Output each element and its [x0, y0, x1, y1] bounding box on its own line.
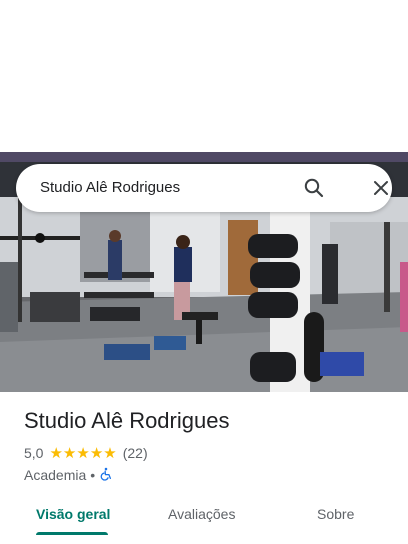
search-icon[interactable] [302, 176, 326, 200]
tab-about[interactable]: Sobre [317, 506, 354, 522]
search-input[interactable]: Studio Alê Rodrigues [40, 179, 180, 196]
wheelchair-icon [99, 467, 113, 484]
star-rating: ★ ★ ★ ★ ★ [49, 446, 116, 461]
tab-overview[interactable]: Visão geral [36, 506, 110, 522]
tab-reviews[interactable]: Avaliações [168, 506, 235, 522]
place-tabs: Visão geral Avaliações Sobre [0, 496, 408, 544]
review-count[interactable]: (22) [123, 445, 148, 461]
search-bar[interactable]: Studio Alê Rodrigues [16, 164, 392, 212]
star-icon: ★ [103, 444, 117, 462]
star-icon: ★ [62, 444, 77, 462]
star-icon: ★ [49, 444, 63, 462]
place-category: Academia [24, 467, 87, 483]
rating-value: 5,0 [24, 445, 44, 461]
star-icon: ★ [89, 444, 104, 462]
star-icon: ★ [76, 444, 90, 462]
rating-row[interactable]: 5,0 ★ ★ ★ ★ ★ (22) [24, 444, 148, 462]
category-row: Academia • [24, 466, 113, 484]
close-icon[interactable] [369, 176, 393, 200]
place-title: Studio Alê Rodrigues [24, 408, 230, 433]
active-tab-indicator [36, 532, 108, 535]
separator: • [90, 467, 96, 483]
